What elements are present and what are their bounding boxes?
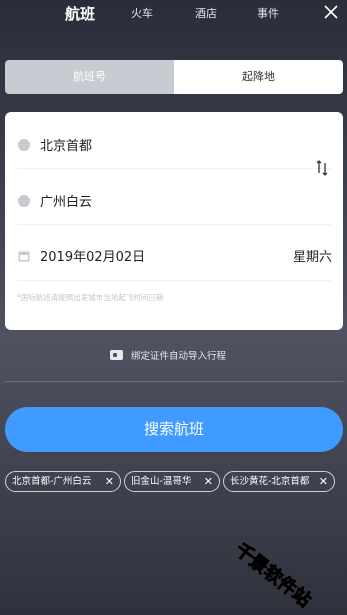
search-form-card: 北京首都 广州白云 2019年02月02日 星期六 *国际航班请按照出发城市当地… [5,112,343,330]
arrival-icon [18,195,30,207]
remove-icon[interactable]: ✕ [319,472,328,491]
calendar-icon [18,251,30,262]
intl-flight-note: *国际航班请按照出发城市当地起飞时间日期 [17,293,164,302]
arrival-city[interactable]: 广州白云 [40,191,92,210]
tab-hotel[interactable]: 酒店 [195,5,217,21]
divider [17,224,331,225]
weekday-label: 星期六 [292,250,332,265]
tab-flight[interactable]: 航班 [65,3,95,24]
tab-train[interactable]: 火车 [131,5,153,21]
departure-icon [18,139,30,151]
tab-event[interactable]: 事件 [257,5,279,21]
watermark-text: 千景软件站 [231,539,315,612]
divider [17,280,331,281]
remove-icon[interactable]: ✕ [105,472,114,491]
tab-flight-number[interactable]: 航班号 [5,60,174,94]
bind-id-label: 绑定证件自动导入行程 [131,351,227,362]
departure-date[interactable]: 2019年02月02日 [40,246,145,265]
history-chip-label: 旧金山-温哥华 [131,476,192,487]
search-flights-button[interactable]: 搜索航班 [5,407,343,452]
watermark: 千景软件站 [231,538,316,612]
mode-segmented-control: 航班号 起降地 [5,60,343,94]
history-chip-label: 长沙黄花-北京首都 [230,476,310,487]
close-icon[interactable] [323,4,339,20]
search-history: 北京首都-广州白云 ✕ 旧金山-温哥华 ✕ 长沙黄花-北京首都 ✕ [5,471,345,493]
remove-icon[interactable]: ✕ [204,472,213,491]
history-chip[interactable]: 长沙黄花-北京首都 ✕ [223,471,335,492]
top-nav: 航班 火车 酒店 事件 [0,0,347,30]
divider [17,168,331,169]
divider [5,381,343,382]
history-chip[interactable]: 旧金山-温哥华 ✕ [124,471,220,492]
id-card-icon [110,350,123,360]
history-chip[interactable]: 北京首都-广州白云 ✕ [5,471,121,492]
history-chip-label: 北京首都-广州白云 [12,476,92,487]
departure-city[interactable]: 北京首都 [40,135,92,154]
tab-route[interactable]: 起降地 [174,60,343,94]
swap-icon[interactable] [315,159,329,177]
bind-id-link[interactable]: 绑定证件自动导入行程 [110,348,226,362]
